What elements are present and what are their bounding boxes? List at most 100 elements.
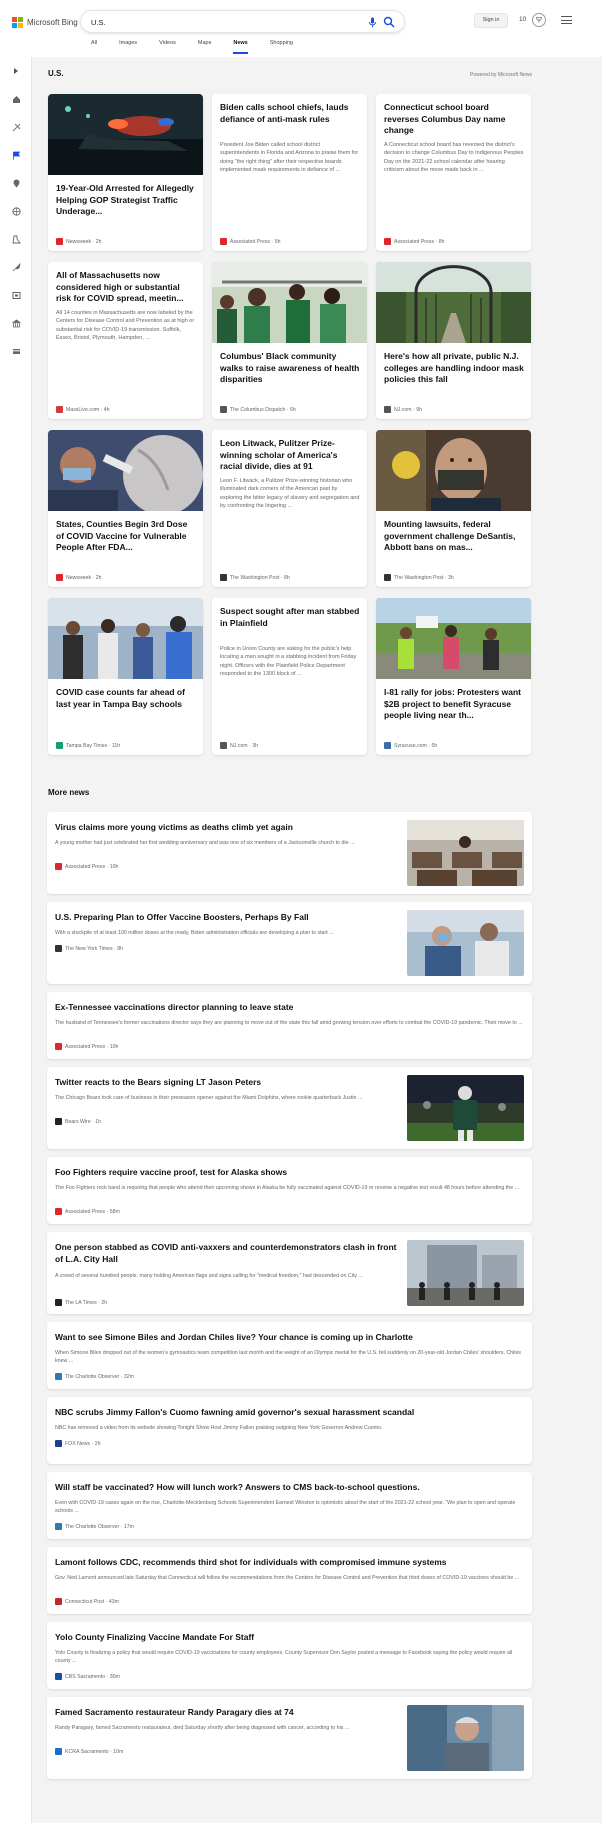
- news-row[interactable]: Lamont follows CDC, recommends third sho…: [47, 1547, 532, 1614]
- hamburger-menu-icon[interactable]: [561, 16, 572, 24]
- portrait-image: [407, 1705, 524, 1771]
- news-row[interactable]: Will staff be vaccinated? How will lunch…: [47, 1472, 532, 1539]
- rally-image: [376, 598, 531, 679]
- brand-name: Microsoft Bing: [27, 17, 78, 27]
- news-card[interactable]: States, Counties Begin 3rd Dose of COVID…: [48, 430, 203, 587]
- card-title[interactable]: States, Counties Begin 3rd Dose of COVID…: [56, 519, 196, 554]
- flag-icon[interactable]: [8, 147, 24, 163]
- section-title: U.S.: [48, 69, 64, 78]
- microphone-icon[interactable]: [368, 17, 377, 28]
- rewards-points[interactable]: 10: [519, 16, 526, 23]
- ap-logo-icon: [220, 238, 227, 245]
- news-row[interactable]: NBC scrubs Jimmy Fallon's Cuomo fawning …: [47, 1397, 532, 1464]
- row-title[interactable]: Famed Sacramento restaurateur Randy Para…: [55, 1707, 405, 1719]
- news-card[interactable]: I-81 rally for jobs: Protesters want $2B…: [376, 598, 531, 755]
- church-pews-image: [407, 820, 524, 886]
- row-title[interactable]: Want to see Simone Biles and Jordan Chil…: [55, 1332, 525, 1344]
- newsweek-logo-icon: [56, 238, 63, 245]
- news-card[interactable]: Leon Litwack, Pulitzer Prize-winning sch…: [212, 430, 367, 587]
- dispatch-logo-icon: [220, 406, 227, 413]
- card-title[interactable]: Leon Litwack, Pulitzer Prize-winning sch…: [220, 438, 360, 473]
- card-source: The Washington Post · 8h: [220, 574, 290, 581]
- row-title[interactable]: Twitter reacts to the Bears signing LT J…: [55, 1077, 405, 1089]
- row-title[interactable]: One person stabbed as COVID anti-vaxxers…: [55, 1242, 405, 1265]
- cbs-sacramento-logo-icon: [55, 1673, 62, 1680]
- tab-all[interactable]: All: [91, 40, 97, 55]
- money-icon[interactable]: [8, 315, 24, 331]
- news-card[interactable]: COVID case counts far ahead of last year…: [48, 598, 203, 755]
- news-row[interactable]: Yolo County Finalizing Vaccine Mandate F…: [47, 1622, 532, 1689]
- bing-logo[interactable]: Microsoft Bing: [12, 16, 78, 28]
- news-row[interactable]: Foo Fighters require vaccine proof, test…: [47, 1157, 532, 1224]
- row-title[interactable]: Lamont follows CDC, recommends third sho…: [55, 1557, 525, 1569]
- washington-post-logo-icon: [384, 574, 391, 581]
- science-icon[interactable]: [8, 231, 24, 247]
- news-card[interactable]: Mounting lawsuits, federal government ch…: [376, 430, 531, 587]
- card-title[interactable]: Biden calls school chiefs, lauds defianc…: [220, 102, 360, 125]
- njcom-logo-icon: [220, 742, 227, 749]
- expand-icon[interactable]: [8, 63, 24, 79]
- news-card[interactable]: Connecticut school board reverses Columb…: [376, 94, 531, 251]
- row-source: FOX News · 2h: [55, 1440, 100, 1447]
- news-card[interactable]: All of Massachusetts now considered high…: [48, 262, 203, 419]
- sign-in-button[interactable]: Sign in: [474, 13, 508, 28]
- news-row[interactable]: Ex-Tennessee vaccinations director plann…: [47, 992, 532, 1059]
- news-row[interactable]: Famed Sacramento restaurateur Randy Para…: [47, 1697, 532, 1779]
- news-card[interactable]: Suspect sought after man stabbed in Plai…: [212, 598, 367, 755]
- row-snippet: A crowd of several hundred people, many …: [55, 1273, 363, 1279]
- card-title[interactable]: Here's how all private, public N.J. coll…: [384, 351, 524, 386]
- globe-icon[interactable]: [8, 203, 24, 219]
- tab-news[interactable]: News: [233, 40, 249, 55]
- card-title[interactable]: 19-Year-Old Arrested for Allegedly Helpi…: [56, 183, 196, 218]
- row-title[interactable]: NBC scrubs Jimmy Fallon's Cuomo fawning …: [55, 1407, 525, 1419]
- syracuse-logo-icon: [384, 742, 391, 749]
- njcom-logo-icon: [384, 406, 391, 413]
- masslive-logo-icon: [56, 406, 63, 413]
- search-input[interactable]: [91, 15, 341, 29]
- rewards-icon[interactable]: [532, 13, 546, 27]
- row-title[interactable]: Virus claims more young victims as death…: [55, 822, 405, 834]
- card-title[interactable]: COVID case counts far ahead of last year…: [56, 687, 196, 710]
- news-row[interactable]: Twitter reacts to the Bears signing LT J…: [47, 1067, 532, 1149]
- card-title[interactable]: All of Massachusetts now considered high…: [56, 270, 196, 305]
- card-title[interactable]: Columbus' Black community walks to raise…: [220, 351, 360, 386]
- tab-shopping[interactable]: Shopping: [270, 40, 293, 55]
- news-row[interactable]: U.S. Preparing Plan to Offer Vaccine Boo…: [47, 902, 532, 984]
- news-row[interactable]: Want to see Simone Biles and Jordan Chil…: [47, 1322, 532, 1389]
- news-card[interactable]: Here's how all private, public N.J. coll…: [376, 262, 531, 419]
- tab-maps[interactable]: Maps: [198, 40, 211, 55]
- card-source: Newsweek · 2h: [56, 574, 102, 581]
- news-card[interactable]: Biden calls school chiefs, lauds defianc…: [212, 94, 367, 251]
- rocket-icon[interactable]: [8, 259, 24, 275]
- card-source: NJ.com · 9h: [384, 406, 422, 413]
- news-card[interactable]: 19-Year-Old Arrested for Allegedly Helpi…: [48, 94, 203, 251]
- row-snippet: NBC has removed a video from its website…: [55, 1425, 383, 1431]
- charlotte-observer-logo-icon: [55, 1373, 62, 1380]
- tab-images[interactable]: Images: [119, 40, 137, 55]
- card-title[interactable]: Mounting lawsuits, federal government ch…: [384, 519, 524, 554]
- row-title[interactable]: Ex-Tennessee vaccinations director plann…: [55, 1002, 525, 1014]
- search-tabs: All Images Videos Maps News Shopping: [91, 40, 315, 55]
- row-source: The Charlotte Observer · 17m: [55, 1523, 134, 1530]
- row-title[interactable]: U.S. Preparing Plan to Offer Vaccine Boo…: [55, 912, 405, 924]
- location-icon[interactable]: [8, 175, 24, 191]
- sidebar: [0, 57, 32, 1823]
- card-title[interactable]: I-81 rally for jobs: Protesters want $2B…: [384, 687, 524, 722]
- card-title[interactable]: Suspect sought after man stabbed in Plai…: [220, 606, 360, 629]
- tab-videos[interactable]: Videos: [159, 40, 176, 55]
- row-title[interactable]: Will staff be vaccinated? How will lunch…: [55, 1482, 525, 1494]
- discover-icon[interactable]: [8, 119, 24, 135]
- card-snippet: A Connecticut school board has reversed …: [384, 142, 524, 173]
- news-row[interactable]: One person stabbed as COVID anti-vaxxers…: [47, 1232, 532, 1314]
- students-image: [48, 598, 203, 679]
- row-title[interactable]: Yolo County Finalizing Vaccine Mandate F…: [55, 1632, 525, 1644]
- search-icon[interactable]: [383, 16, 395, 28]
- row-title[interactable]: Foo Fighters require vaccine proof, test…: [55, 1167, 525, 1179]
- card-title[interactable]: Connecticut school board reverses Columb…: [384, 102, 524, 137]
- news-card[interactable]: Columbus' Black community walks to raise…: [212, 262, 367, 419]
- entertainment-icon[interactable]: [8, 287, 24, 303]
- home-icon[interactable]: [8, 91, 24, 107]
- news-row[interactable]: Virus claims more young victims as death…: [47, 812, 532, 894]
- card-icon[interactable]: [8, 343, 24, 359]
- fox-news-logo-icon: [55, 1440, 62, 1447]
